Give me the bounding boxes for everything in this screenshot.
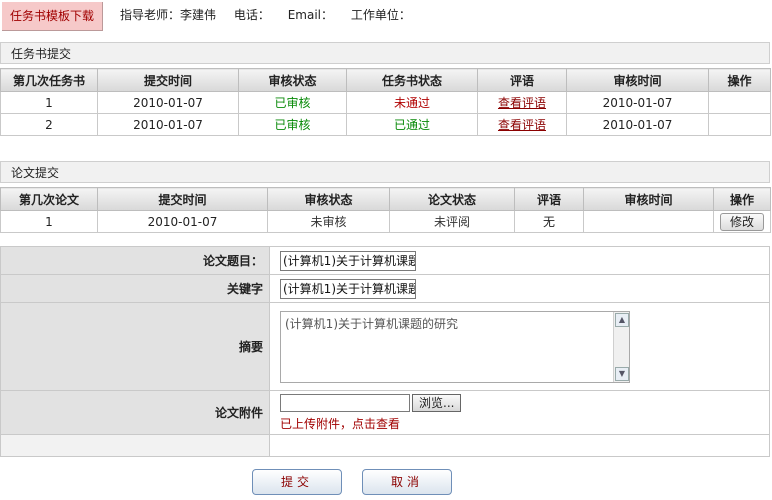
task-index: 2: [0, 113, 98, 136]
teacher-name: 指导老师：李建伟: [120, 8, 217, 22]
review-status: 已审核: [238, 113, 347, 136]
column-header: 第几次任务书: [0, 68, 98, 92]
abstract-text: (计算机1)关于计算机课题的研究: [285, 316, 458, 331]
submit-button[interactable]: 提交: [252, 469, 342, 495]
review-time: [583, 210, 714, 233]
review-status: 未审核: [267, 210, 390, 233]
keyword-input[interactable]: (计算机1)关于计算机课题: [280, 278, 416, 299]
table-row: 2 2010-01-07 已审核 已通过 查看评语 2010-01-07: [0, 113, 771, 136]
column-header: 审核状态: [238, 68, 347, 92]
scroll-down-icon[interactable]: ▼: [615, 366, 629, 381]
paper-index: 1: [0, 210, 98, 233]
submit-time: 2010-01-07: [97, 91, 239, 114]
column-header: 操作: [708, 68, 771, 92]
abstract-label: 摘要: [0, 302, 270, 391]
action-cell: [708, 113, 771, 136]
column-header: 审核时间: [566, 68, 709, 92]
submit-time: 2010-01-07: [97, 113, 239, 136]
browse-button[interactable]: 浏览...: [412, 393, 462, 412]
submit-time: 2010-01-07: [97, 210, 268, 233]
column-header: 任务书状态: [346, 68, 478, 92]
attachment-file-input[interactable]: [280, 393, 410, 412]
task-index: 1: [0, 91, 98, 114]
form-spacer: [269, 434, 770, 457]
task-table: 第几次任务书 提交时间 审核状态 任务书状态 评语 审核时间 操作 1 2010…: [0, 68, 771, 136]
column-header: 评语: [477, 68, 567, 92]
teacher-info: 指导老师：李建伟 电话： Email： 工作单位：: [120, 6, 425, 23]
task-section-title: 任务书提交: [0, 42, 770, 64]
review-status: 已审核: [238, 91, 347, 114]
paper-status: 未评阅: [389, 210, 515, 233]
view-comment-link[interactable]: 查看评语: [498, 96, 546, 110]
view-comment-link[interactable]: 查看评语: [498, 118, 546, 132]
paper-form: 论文题目： (计算机1)关于计算机课题 关键字 (计算机1)关于计算机课题 摘要…: [0, 246, 770, 457]
teacher-email: Email：: [287, 8, 333, 22]
attachment-label: 论文附件: [0, 390, 270, 435]
column-header: 提交时间: [97, 68, 239, 92]
uploaded-attachment-link[interactable]: 已上传附件，点击查看: [280, 415, 769, 432]
paper-table: 第几次论文 提交时间 审核状态 论文状态 评语 审核时间 操作 1 2010-0…: [0, 187, 771, 233]
task-status: 未通过: [346, 91, 478, 114]
scroll-up-icon[interactable]: ▲: [615, 312, 629, 327]
column-header: 审核时间: [583, 187, 714, 211]
keyword-label: 关键字: [0, 274, 270, 303]
comment: 无: [514, 210, 584, 233]
action-cell: 修改: [713, 210, 771, 233]
title-input[interactable]: (计算机1)关于计算机课题: [280, 250, 416, 271]
column-header: 提交时间: [97, 187, 268, 211]
task-status: 已通过: [346, 113, 478, 136]
form-spacer: [0, 434, 270, 457]
top-bar: 任务书模板下载 指导老师：李建伟 电话： Email： 工作单位：: [0, 0, 772, 31]
teacher-work-unit: 工作单位：: [350, 8, 411, 22]
paper-table-header: 第几次论文 提交时间 审核状态 论文状态 评语 审核时间 操作: [0, 187, 771, 211]
template-download-button[interactable]: 任务书模板下载: [2, 2, 103, 31]
task-table-header: 第几次任务书 提交时间 审核状态 任务书状态 评语 审核时间 操作: [0, 68, 771, 92]
abstract-scrollbar[interactable]: ▲ ▼: [613, 311, 629, 382]
column-header: 审核状态: [267, 187, 390, 211]
table-row: 1 2010-01-07 未审核 未评阅 无 修改: [0, 210, 771, 233]
column-header: 第几次论文: [0, 187, 98, 211]
paper-section-title: 论文提交: [0, 161, 770, 183]
review-time: 2010-01-07: [566, 91, 709, 114]
column-header: 论文状态: [389, 187, 515, 211]
title-label: 论文题目：: [0, 246, 270, 275]
review-time: 2010-01-07: [566, 113, 709, 136]
table-row: 1 2010-01-07 已审核 未通过 查看评语 2010-01-07: [0, 91, 771, 114]
teacher-phone: 电话：: [233, 8, 270, 22]
column-header: 评语: [514, 187, 584, 211]
action-cell: [708, 91, 771, 114]
column-header: 操作: [713, 187, 771, 211]
cancel-button[interactable]: 取消: [362, 469, 452, 495]
edit-button[interactable]: 修改: [720, 212, 764, 231]
abstract-textarea[interactable]: (计算机1)关于计算机课题的研究 ▲ ▼: [280, 310, 630, 383]
